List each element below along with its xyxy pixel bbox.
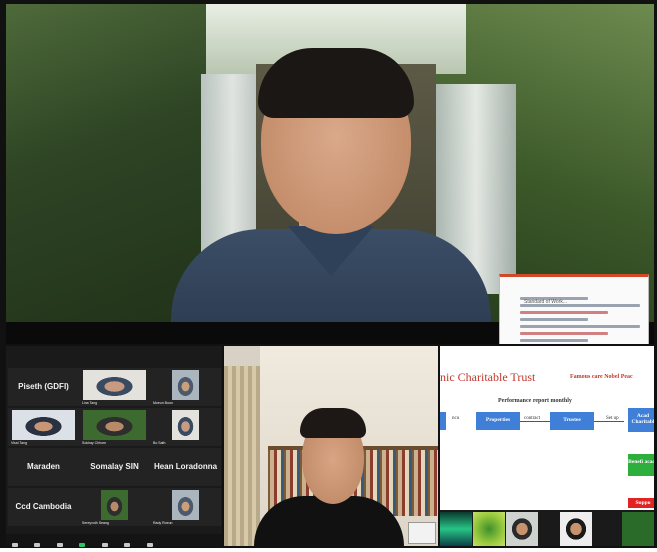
doc-line [520, 339, 588, 342]
participant-thumbnail[interactable] [622, 512, 654, 546]
participant-gallery: Piseth (GDFI) Lina Tang Moeun Boun Visal… [6, 346, 222, 547]
participant-caption: Moeun Boun [153, 401, 173, 405]
participant-tile[interactable]: Hean Loradonna [150, 448, 221, 486]
speaker-hair [258, 48, 414, 118]
participant-video [83, 410, 146, 440]
participant-tile[interactable]: Maraden [8, 448, 79, 486]
shared-doc-label: Standard of Work... [524, 299, 567, 305]
flow-label-left: ncu [452, 416, 460, 421]
chat-icon[interactable] [34, 543, 41, 547]
reactions-icon[interactable] [56, 543, 63, 547]
participant-caption: Sokhay Chhorn [82, 441, 107, 445]
room-curtain [224, 366, 260, 546]
participant-caption: Lina Tang [82, 401, 98, 405]
participant-thumbnail[interactable] [473, 512, 505, 546]
flow-label-right: Set up [606, 416, 619, 421]
participant-tile[interactable]: Somalay SIN [79, 448, 150, 486]
participant-caption: Rady Roeun [153, 521, 173, 525]
flow-connector [520, 421, 550, 422]
presentation-section: Performance report monthly [498, 398, 572, 404]
participant-video [101, 490, 128, 520]
share-screen-icon[interactable] [124, 543, 131, 547]
active-speaker-video[interactable]: Standard of Work... [6, 4, 654, 344]
participant-hair [300, 408, 366, 438]
participant-tile[interactable]: Lina Tang [79, 368, 150, 406]
gallery-control-bar [6, 534, 222, 547]
participant-name: Ccd Cambodia [15, 502, 72, 511]
meeting-window: Standard of Work... Piseth (GDFI) Lina T… [0, 0, 657, 548]
participant-name: Hean Loradonna [153, 462, 218, 471]
participant-video [172, 490, 199, 520]
participant-caption: Visal Tang [11, 441, 28, 445]
participant-caption: Bo Sath [153, 441, 166, 445]
shared-screen[interactable]: nic Charitable Trust Famous care Nobel P… [440, 346, 654, 546]
more-icon[interactable] [146, 543, 153, 547]
presentation-title: nic Charitable Trust [440, 370, 536, 384]
microphone-icon[interactable] [79, 543, 86, 547]
participant-caption: Sereyvuth Seang [82, 521, 109, 525]
flow-label-mid: contract [524, 416, 541, 421]
flow-box-support: Suppo [628, 498, 654, 508]
flow-connector [594, 421, 624, 422]
flow-box-beneficiary: Benefi acade [628, 454, 654, 476]
participant-thumbnail[interactable] [440, 512, 472, 546]
flow-box-properties: Properties [476, 412, 520, 430]
flow-box-trustee: Trustee [550, 412, 594, 430]
presentation-subtitle: Famous care Nobel Peac [570, 374, 633, 380]
shared-document-thumbnail[interactable]: Standard of Work... [499, 274, 649, 344]
participant-thumbnail[interactable] [560, 512, 592, 546]
participant-video [12, 410, 75, 440]
doc-line [520, 311, 608, 314]
participant-video-large[interactable] [224, 346, 438, 546]
participant-tile[interactable]: Sokhay Chhorn [79, 408, 150, 446]
participant-tile[interactable]: Piseth (GDFI) [8, 368, 79, 406]
participant-tile[interactable]: Bo Sath [150, 408, 221, 446]
doc-line [520, 318, 588, 321]
participant-name: Maraden [27, 462, 60, 471]
participants-icon[interactable] [12, 543, 18, 547]
participant-tile[interactable]: Moeun Boun [150, 368, 221, 406]
doc-line [520, 332, 608, 335]
doc-line [520, 325, 640, 328]
participant-tile[interactable]: Visal Tang [8, 408, 79, 446]
participant-tile[interactable]: Sereyvuth Seang [79, 488, 150, 526]
flow-box-edge [440, 412, 446, 430]
participant-video [172, 370, 199, 400]
participant-video [83, 370, 146, 400]
participant-video [172, 410, 199, 440]
participant-tile[interactable]: Rady Roeun [150, 488, 221, 526]
participant-name: Somalay SIN [90, 462, 139, 471]
flow-box-academy: Acad Charitabl [628, 408, 654, 432]
participant-name: Piseth (GDFI) [18, 382, 69, 391]
participant-thumbnail[interactable] [506, 512, 538, 546]
camera-icon[interactable] [101, 543, 108, 547]
participant-strip [440, 510, 654, 546]
participant-tile[interactable]: Ccd Cambodia [8, 488, 79, 526]
self-view-thumbnail[interactable] [408, 522, 436, 544]
